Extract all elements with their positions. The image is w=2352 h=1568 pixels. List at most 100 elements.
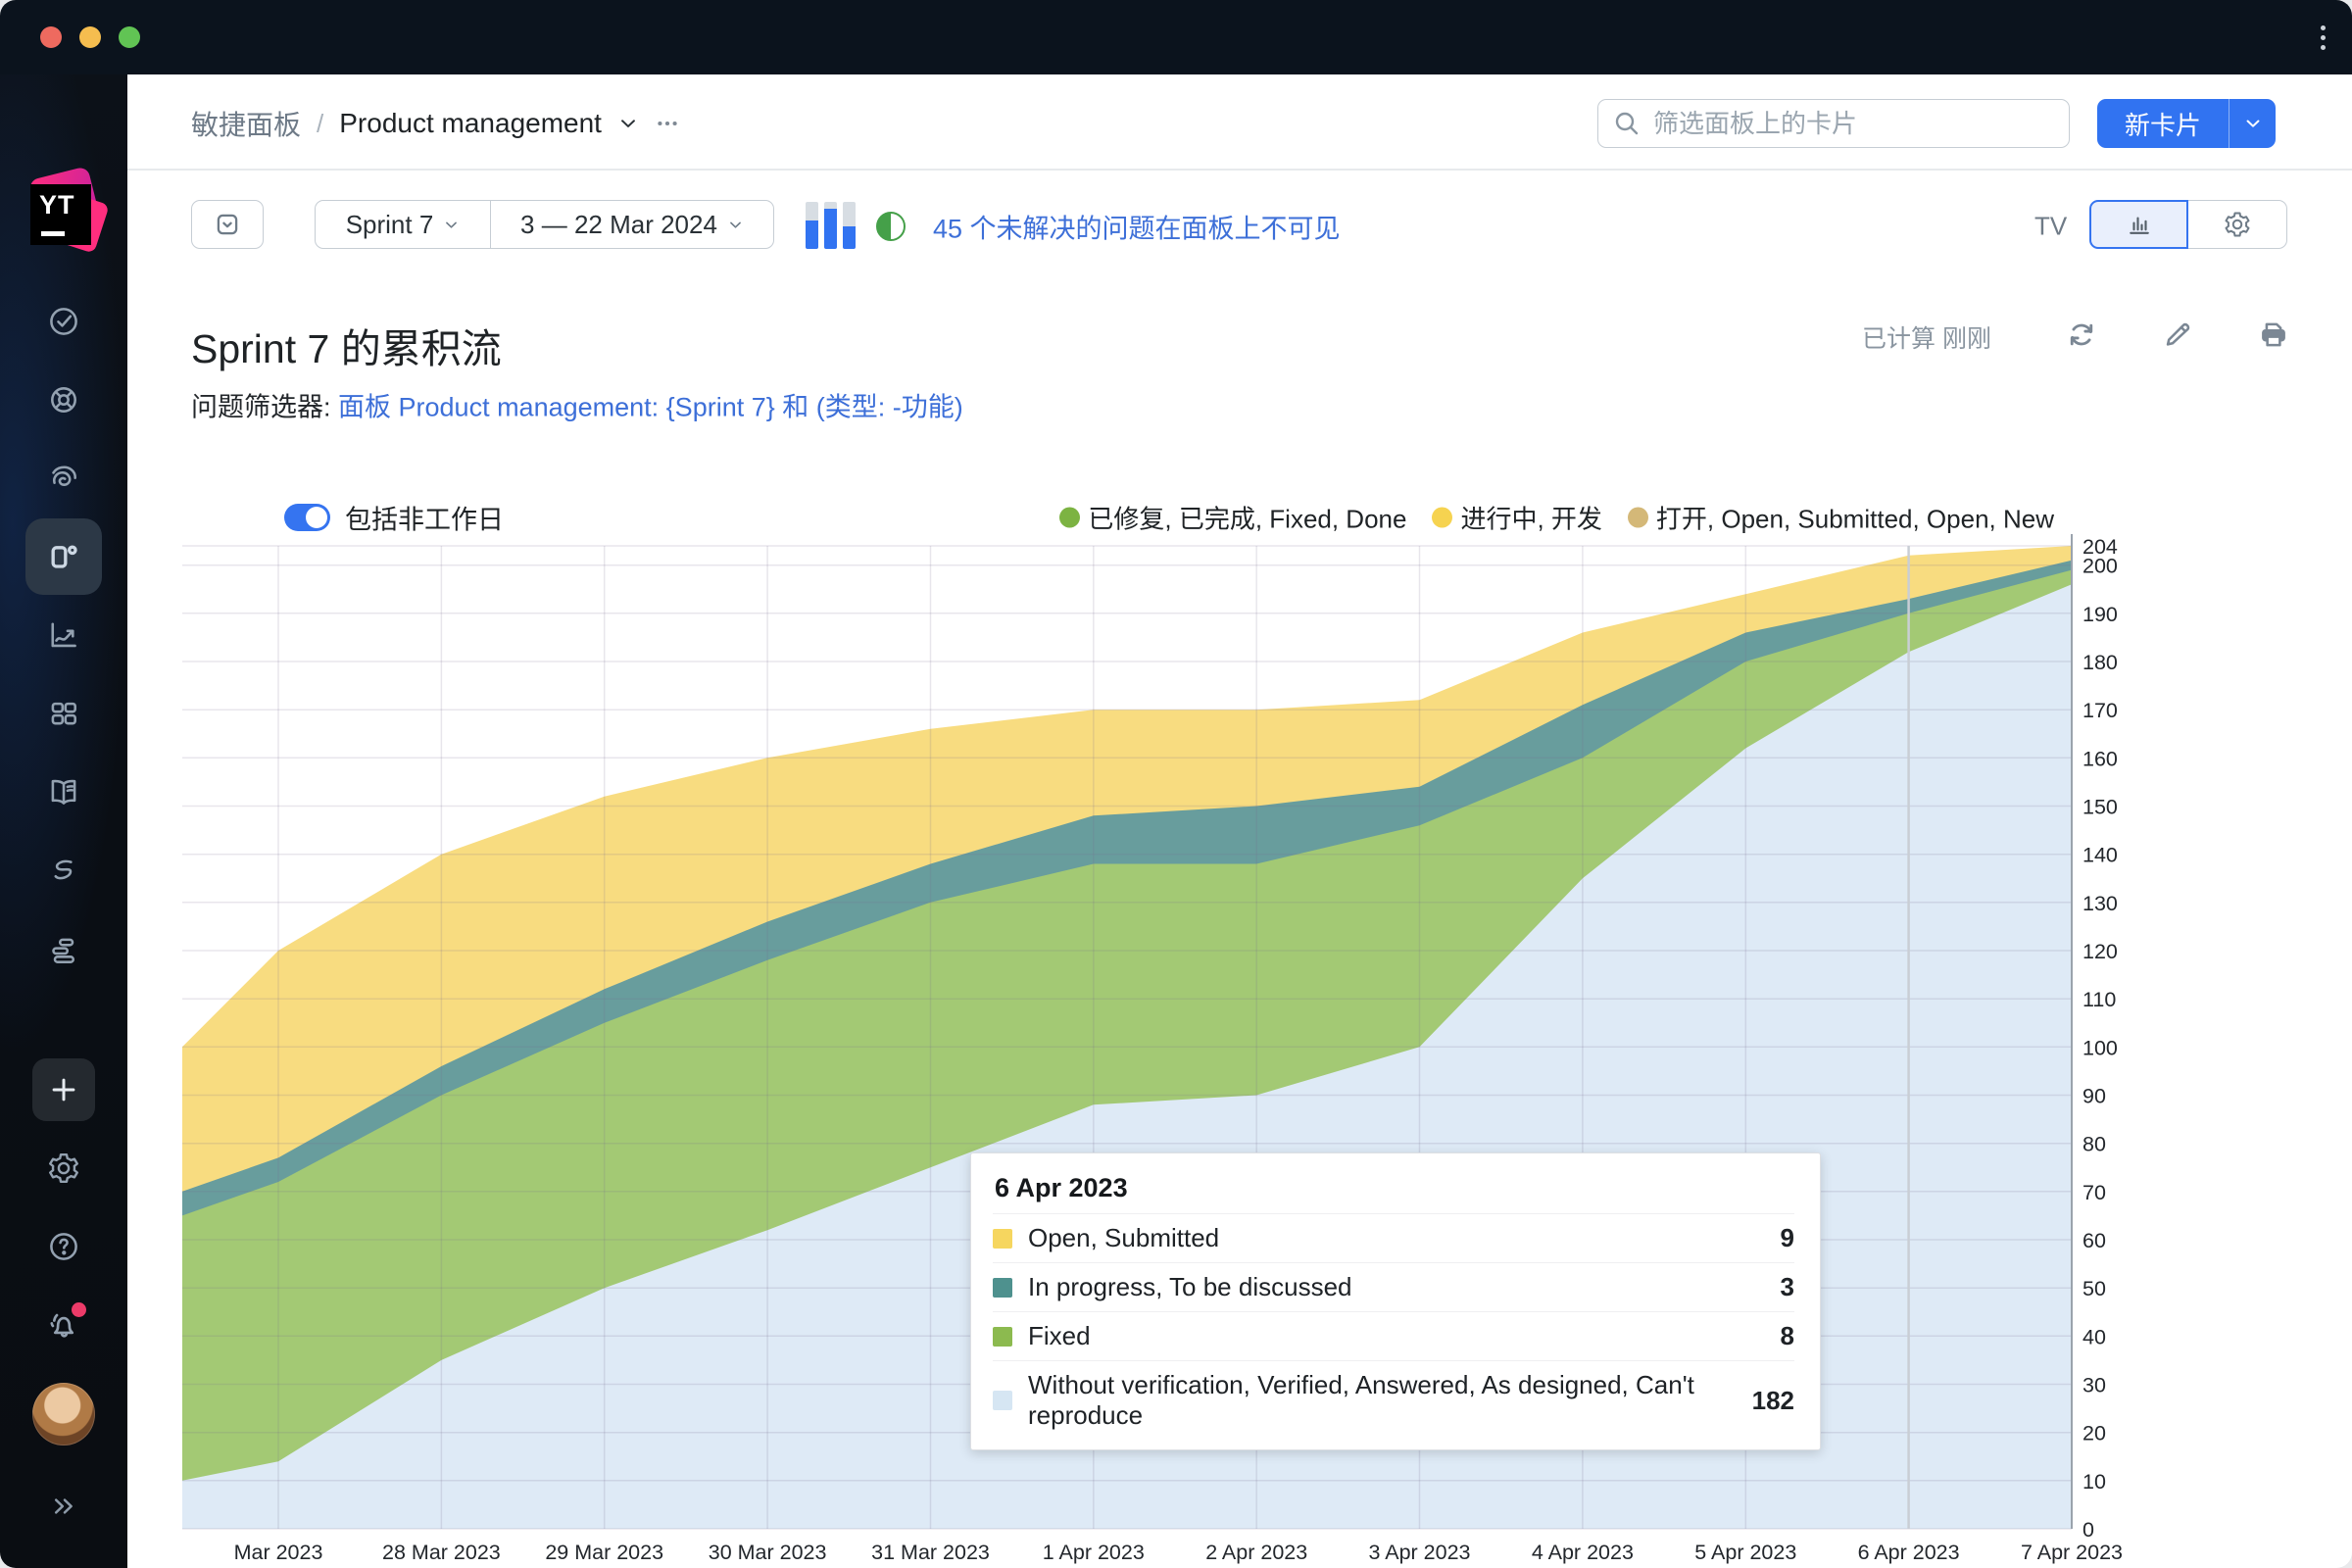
double-chevron-right-icon [47,1490,80,1523]
tooltip-row-value: 3 [1781,1272,1794,1302]
helm-icon [46,382,81,417]
print-button[interactable] [2257,318,2290,357]
tooltip-row-label: Fixed [1028,1321,1761,1351]
minimize-window-button[interactable] [79,26,101,48]
search-input[interactable] [1597,99,2070,148]
breadcrumb: 敏捷面板 / Product management [191,104,680,143]
board-settings-button[interactable] [2188,200,2287,249]
tooltip-row: In progress, To be discussed 3 [993,1262,1794,1311]
backlog-box-icon [213,210,242,239]
x-tick-label: 2 Apr 2023 [1205,1541,1307,1564]
hourglass-icon [46,855,81,890]
tooltip-row: Without verification, Verified, Answered… [993,1360,1794,1440]
y-tick-label: 90 [2082,1085,2106,1108]
legend-label: 打开, Open, Submitted, Open, New [1656,500,2054,536]
y-tick-label: 130 [2082,892,2118,915]
x-tick-label: 31 Mar 2023 [871,1541,990,1564]
spiral-icon [46,461,81,496]
date-range-label: 3 — 22 Mar 2024 [520,210,717,240]
window-menu-icon[interactable] [2311,18,2334,57]
zoom-window-button[interactable] [119,26,140,48]
tooltip-swatch-icon [993,1278,1012,1298]
user-avatar[interactable] [32,1383,95,1446]
y-tick-label: 140 [2082,844,2118,867]
printer-icon [2257,318,2290,352]
y-tick-label: 120 [2082,940,2118,963]
sprint-selector[interactable]: Sprint 7 [316,201,490,248]
y-tick-label: 110 [2082,988,2116,1011]
new-card-dropdown-button[interactable] [2229,99,2276,148]
youtrack-logo-icon[interactable]: YT [19,167,109,257]
close-window-button[interactable] [40,26,62,48]
filter-label: 问题筛选器: [191,393,338,422]
progress-half-circle-icon [876,212,906,241]
board-title[interactable]: Product management [339,108,602,139]
gear-icon [2223,210,2252,239]
legend-dot-icon [1628,508,1648,528]
help-button[interactable] [46,1229,81,1264]
sidebar-item-reports[interactable] [46,461,81,496]
sidebar-settings-button[interactable] [46,1151,81,1186]
sidebar-item-gantt[interactable] [46,933,81,968]
tv-mode-button[interactable]: TV [2034,212,2067,242]
legend-item[interactable]: 打开, Open, Submitted, Open, New [1628,500,2054,536]
chart-view-button[interactable] [2089,200,2188,249]
sidebar-item-timesheets[interactable] [46,855,81,890]
sidebar-item-tasks[interactable] [46,304,81,339]
tooltip-row-value: 8 [1781,1321,1794,1351]
tooltip-row-value: 182 [1752,1386,1794,1416]
x-tick-label: Mar 2023 [234,1541,323,1564]
y-tick-label: 170 [2082,699,2118,722]
sidebar-item-dashboards[interactable] [46,696,81,731]
breadcrumb-section[interactable]: 敏捷面板 [191,104,301,143]
y-tick-label: 100 [2082,1036,2118,1059]
tooltip-row-label: In progress, To be discussed [1028,1272,1761,1302]
tooltip-swatch-icon [993,1327,1012,1347]
report-title: Sprint 7 的累积流 [191,316,502,374]
sidebar-item-insights[interactable] [46,617,81,653]
legend-label: 已修复, 已完成, Fixed, Done [1088,500,1406,536]
notifications-button[interactable] [45,1306,82,1344]
date-range-selector[interactable]: 3 — 22 Mar 2024 [490,201,773,248]
refresh-button[interactable] [2065,318,2098,357]
calculated-status: 已计算 刚刚 [1862,319,1991,355]
include-weekends-toggle[interactable] [284,504,330,531]
sidebar-item-agile-boards[interactable] [25,518,102,595]
x-tick-label: 28 Mar 2023 [382,1541,501,1564]
x-tick-label: 6 Apr 2023 [1858,1541,1960,1564]
tooltip-row-label: Without verification, Verified, Answered… [1028,1370,1733,1431]
tooltip-swatch-icon [993,1229,1012,1249]
tooltip-row-value: 9 [1781,1223,1794,1253]
y-tick-label: 70 [2082,1181,2106,1204]
filter-query-link[interactable]: 面板 Product management: {Sprint 7} 和 (类型:… [338,393,963,422]
notification-dot [72,1302,86,1317]
y-tick-label: 160 [2082,747,2118,770]
legend-item[interactable]: 已修复, 已完成, Fixed, Done [1059,500,1406,536]
sidebar-item-knowledge-base[interactable] [46,774,81,809]
toggle-label: 包括非工作日 [345,499,504,537]
check-circle-icon [46,304,81,339]
layers-icon [46,933,81,968]
trend-chart-icon [46,617,81,653]
new-card-button[interactable]: 新卡片 [2097,99,2229,148]
chevron-down-icon[interactable] [617,113,639,134]
sprint-date-picker: Sprint 7 3 — 22 Mar 2024 [315,200,774,249]
sidebar-item-projects[interactable] [46,382,81,417]
unresolved-issues-link[interactable]: 45 个未解决的问题在面板上不可见 [933,208,1341,246]
x-tick-label: 30 Mar 2023 [709,1541,827,1564]
sidebar-collapse-button[interactable] [47,1490,80,1523]
y-tick-label: 204 [2082,535,2118,559]
tooltip-row: Fixed 8 [993,1311,1794,1360]
add-button[interactable] [32,1058,95,1121]
edit-report-button[interactable] [2161,318,2194,357]
y-tick-label: 40 [2082,1325,2106,1348]
avatar-image [32,1383,95,1446]
more-options-icon[interactable] [655,111,680,136]
legend-item[interactable]: 进行中, 开发 [1432,500,1601,536]
backlog-button[interactable] [191,200,264,249]
tooltip-date: 6 Apr 2023 [993,1167,1794,1213]
titlebar [0,0,2352,74]
x-tick-label: 3 Apr 2023 [1368,1541,1470,1564]
app-window: YT [0,0,2352,1568]
sprint-progress-chart-icon[interactable] [806,202,858,249]
